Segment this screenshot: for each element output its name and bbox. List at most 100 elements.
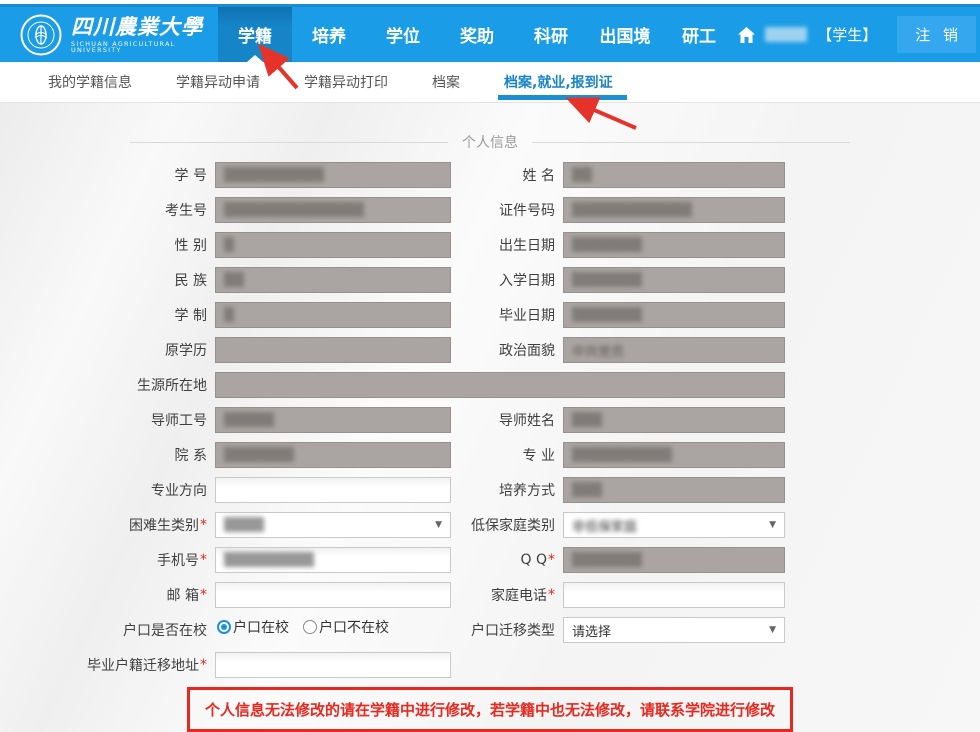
tab-archives[interactable]: 档案 [428,62,464,102]
form-row: 邮 箱*家庭电话* [0,582,980,608]
disabled-input-prior-education [215,337,451,363]
nav-item-xueji[interactable]: 学籍 [218,7,292,62]
field-value-schooling-length: ▒ [224,308,234,323]
field-value-major: ▒▒▒▒▒▒▒▒▒▒ [572,448,672,463]
field-value-student-id: ▒▒▒▒▒▒▒▒▒▒ [224,168,324,183]
disabled-input-political-status: 中共党员 [563,337,785,363]
disabled-input-id-number: ▒▒▒▒▒▒▒▒▒▒▒▒ [563,197,785,223]
text-input-mobile[interactable]: ▒▒▒▒▒▒▒▒▒ [215,547,451,573]
radio-option-residence-on-campus-0[interactable]: 户口在校 [217,617,289,637]
field-graduate-date: ▒▒▒▒▒▒▒ [563,302,785,328]
required-asterisk: * [548,552,555,568]
disabled-input-gender: ▒ [215,232,451,258]
field-value-id-number: ▒▒▒▒▒▒▒▒▒▒▒▒ [572,203,692,218]
select-poverty-category[interactable]: ▒▒▒▒▼ [215,512,451,538]
field-home-phone [563,582,785,608]
field-label-ethnicity: 民 族 [0,270,215,290]
nav-item-chuguojing[interactable]: 出国境 [588,7,662,62]
field-label-graduate-date: 毕业日期 [451,305,563,325]
field-value-gender: ▒ [224,238,234,253]
disabled-input-department: ▒▒▒▒▒▒▒ [215,442,451,468]
field-label-gender: 性 别 [0,235,215,255]
text-input-email[interactable] [215,582,451,608]
logout-button[interactable]: 注 销 [897,16,976,53]
field-political-status: 中共党员 [563,337,785,363]
nav-item-xuewei[interactable]: 学位 [366,7,440,62]
text-input-home-phone[interactable] [563,582,785,608]
university-name-cn: 四川農業大學 [71,16,210,37]
university-logo: 四川農業大學 SICHUAN AGRICULTURAL UNIVERSITY [20,7,210,62]
section-title: 个人信息 [448,132,532,152]
main-nav: 学籍培养学位奖助科研出国境研工 [218,7,736,62]
field-birth-date: ▒▒▒▒▒▒▒ [563,232,785,258]
field-label-low-income-family-category: 低保家庭类别 [451,515,563,535]
field-qq: ▒▒▒▒▒▒▒ [563,547,785,573]
field-department: ▒▒▒▒▒▒▒ [215,442,451,468]
user-role-label: 【学生】 [817,24,877,45]
field-label-supervisor-id: 导师工号 [0,410,215,430]
radio-option-residence-on-campus-1[interactable]: 户口不在校 [303,617,389,637]
field-supervisor-name: ▒▒▒ [563,407,785,433]
field-supervisor-id: ▒▒▒▒▒ [215,407,451,433]
top-header: 四川農業大學 SICHUAN AGRICULTURAL UNIVERSITY 学… [0,4,980,62]
chevron-down-icon: ▼ [769,520,776,530]
field-label-name: 姓 名 [451,165,563,185]
personal-info-form: 学 号▒▒▒▒▒▒▒▒▒▒姓 名▒▒考生号▒▒▒▒▒▒▒▒▒▒▒▒▒▒证件号码▒… [0,162,980,678]
field-student-id: ▒▒▒▒▒▒▒▒▒▒ [215,162,451,188]
field-label-birth-date: 出生日期 [451,235,563,255]
field-name: ▒▒ [563,162,785,188]
field-label-department: 院 系 [0,445,215,465]
field-label-schooling-length: 学 制 [0,305,215,325]
select-low-income-family-category[interactable]: 非低保家庭▼ [563,512,785,538]
field-value-birth-date: ▒▒▒▒▒▒▒ [572,238,642,253]
field-major: ▒▒▒▒▒▒▒▒▒▒ [563,442,785,468]
field-enroll-date: ▒▒▒▒▒▒▒ [563,267,785,293]
tab-roll-change-apply[interactable]: 学籍异动申请 [172,62,264,102]
active-nav-caret-icon [247,55,263,62]
section-legend: 个人信息 [130,133,850,151]
select-value-poverty-category: ▒▒▒▒ [224,518,264,533]
radio-unchecked-icon[interactable] [303,620,317,634]
field-schooling-length: ▒ [215,302,451,328]
form-row: 院 系▒▒▒▒▒▒▒专 业▒▒▒▒▒▒▒▒▒▒ [0,442,980,468]
nav-item-yangong[interactable]: 研工 [662,7,736,62]
field-id-number: ▒▒▒▒▒▒▒▒▒▒▒▒ [563,197,785,223]
field-mobile: ▒▒▒▒▒▒▒▒▒ [215,547,451,573]
tab-archives-employment[interactable]: 档案,就业,报到证 [500,62,617,102]
field-label-id-number: 证件号码 [451,200,563,220]
home-icon[interactable] [738,27,755,43]
nav-item-jiangzhu[interactable]: 奖助 [440,7,514,62]
chevron-down-icon: ▼ [769,625,776,635]
field-label-residence-on-campus: 户口是否在校 [0,620,215,640]
required-asterisk: * [200,552,207,568]
select-residence-transfer-type[interactable]: 请选择 ▼ [563,617,785,643]
radio-checked-icon[interactable] [217,620,231,634]
text-input-major-direction[interactable] [215,477,451,503]
field-label-mobile: 手机号* [0,550,215,570]
tab-my-roll-info[interactable]: 我的学籍信息 [44,62,136,102]
field-value-candidate-no: ▒▒▒▒▒▒▒▒▒▒▒▒▒▒ [224,203,364,218]
tab-roll-change-print[interactable]: 学籍异动打印 [300,62,392,102]
form-row: 性 别 ▒ 出生日期 ▒▒▒▒▒▒▒ [0,232,980,258]
select-value-residence-transfer-type: 请选择 [572,621,611,640]
field-label-supervisor-name: 导师姓名 [451,410,563,430]
field-value-qq: ▒▒▒▒▒▒▒ [572,553,642,568]
field-residence-on-campus: 户口在校户口不在校 [215,617,451,643]
form-row: 导师工号▒▒▒▒▒导师姓名▒▒▒ [0,407,980,433]
field-candidate-no: ▒▒▒▒▒▒▒▒▒▒▒▒▒▒ [215,197,451,223]
notice-box: 个人信息无法修改的请在学籍中进行修改，若学籍中也无法修改，请联系学院进行修改 [187,687,793,732]
field-prior-education [215,337,451,363]
nav-item-keyan[interactable]: 科研 [514,7,588,62]
field-low-income-family-category: 非低保家庭▼ [563,512,785,538]
disabled-input-supervisor-name: ▒▒▒ [563,407,785,433]
radio-label: 户口在校 [233,617,289,637]
nav-item-peiyang[interactable]: 培养 [292,7,366,62]
disabled-input-name: ▒▒ [563,162,785,188]
field-major-direction [215,477,451,503]
field-value-ethnicity: ▒▒ [224,273,244,288]
field-label-qq: Q Q* [451,552,563,568]
field-origin-place [215,372,785,398]
field-label-email: 邮 箱* [0,585,215,605]
field-label-graduate-residence-address: 毕业户籍迁移地址* [0,655,215,675]
text-input-graduate-residence-address[interactable] [215,652,451,678]
